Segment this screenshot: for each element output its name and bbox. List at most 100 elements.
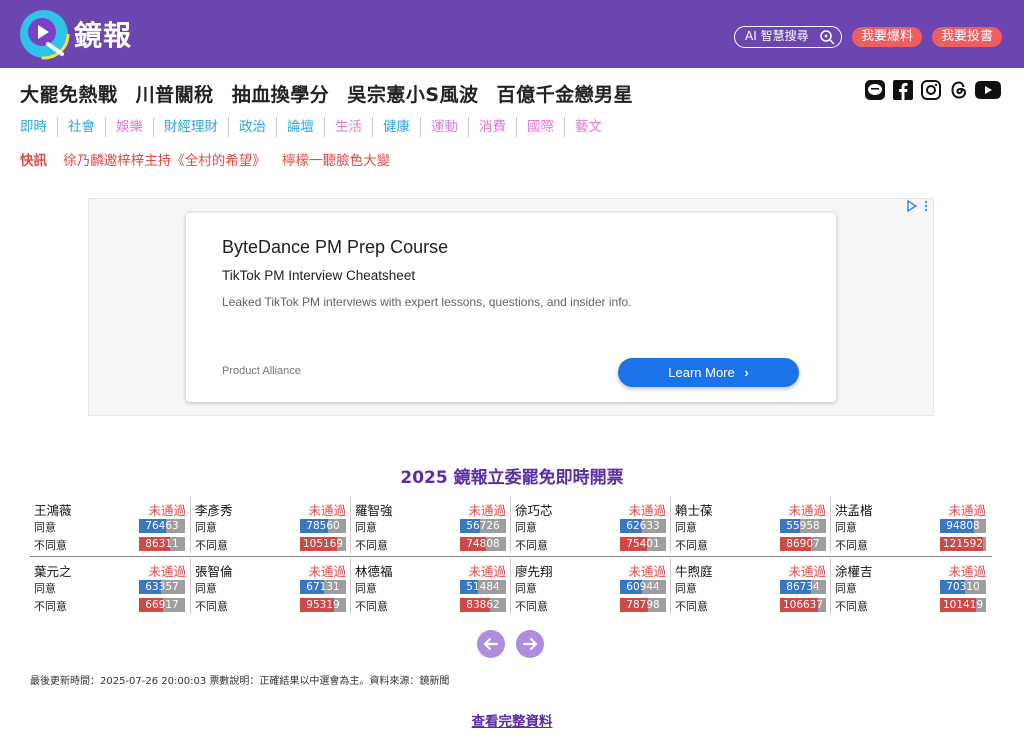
agree-label: 同意 [34, 582, 56, 595]
next-page-button[interactable] [516, 630, 544, 658]
agree-bar: 94808 [940, 519, 986, 533]
candidate-card: 張智倫 未通過 同意 67131 不同意 95319 [190, 558, 350, 614]
disagree-votes: 121592 [942, 538, 984, 550]
disagree-bar: 95319 [300, 598, 346, 612]
disagree-label: 不同意 [195, 600, 228, 613]
nav-item[interactable]: 財經理財 [153, 117, 228, 137]
nav-item[interactable]: 社會 [57, 117, 105, 137]
report-tip-button[interactable]: 我要爆料 [852, 27, 922, 47]
hot-topic-link[interactable]: 百億千金戀男星 [497, 84, 634, 106]
disagree-bar: 86311 [139, 537, 185, 551]
line-icon[interactable] [864, 79, 886, 101]
mirror-logo-icon[interactable] [18, 8, 70, 60]
facebook-icon[interactable] [892, 79, 914, 101]
disagree-bar: 75401 [620, 537, 666, 551]
disagree-label: 不同意 [195, 539, 228, 552]
agree-label: 同意 [355, 521, 377, 534]
category-nav: 即時 社會 娛樂 財經理財 政治 論壇 生活 健康 運動 消費 國際 藝文 [20, 117, 612, 137]
nav-item[interactable]: 娛樂 [105, 117, 153, 137]
recall-status: 未通過 [468, 503, 506, 518]
recall-status: 未通過 [308, 503, 346, 518]
agree-label: 同意 [675, 521, 697, 534]
ad-subtitle: TikTok PM Interview Cheatsheet [222, 268, 416, 283]
nav-item[interactable]: 運動 [420, 117, 468, 137]
last-updated-note: 最後更新時間：2025-07-26 20:00:03 票數說明：正確結果以中選會… [30, 676, 450, 687]
candidate-name: 涂權吉 [835, 564, 873, 579]
arrow-left-icon [483, 637, 499, 651]
submit-opinion-button[interactable]: 我要投書 [932, 27, 1002, 47]
prev-page-button[interactable] [477, 630, 505, 658]
agree-bar: 78560 [300, 519, 346, 533]
agree-label: 同意 [34, 521, 56, 534]
agree-bar: 63357 [139, 580, 185, 594]
candidate-card: 林德福 未通過 同意 51484 不同意 83862 [350, 558, 510, 614]
disagree-label: 不同意 [675, 539, 708, 552]
nav-item[interactable]: 消費 [468, 117, 516, 137]
nav-item[interactable]: 國際 [516, 117, 564, 137]
agree-label: 同意 [195, 521, 217, 534]
ad-title[interactable]: ByteDance PM Prep Course [222, 237, 448, 258]
youtube-icon[interactable] [974, 79, 1002, 101]
threads-icon[interactable] [948, 79, 970, 101]
agree-label: 同意 [515, 521, 537, 534]
candidate-name: 牛煦庭 [675, 564, 713, 579]
disagree-votes: 105169 [302, 538, 344, 550]
candidate-name: 洪孟楷 [835, 503, 873, 518]
candidate-card: 羅智強 未通過 同意 56726 不同意 74808 [350, 497, 510, 553]
ai-search-button[interactable]: AI 智慧搜尋 [734, 26, 842, 48]
site-logo-text[interactable]: 鏡報 [74, 14, 132, 54]
recall-status: 未通過 [148, 564, 186, 579]
agree-bar: 70310 [940, 580, 986, 594]
agree-votes: 63357 [145, 581, 179, 593]
candidate-name: 張智倫 [195, 564, 233, 579]
nav-item[interactable]: 論壇 [276, 117, 324, 137]
agree-votes: 94808 [946, 520, 980, 532]
ad-card[interactable]: ByteDance PM Prep Course TikTok PM Inter… [186, 213, 836, 402]
nav-item[interactable]: 藝文 [564, 117, 612, 137]
disagree-votes: 95319 [306, 599, 340, 611]
disagree-bar: 121592 [940, 537, 986, 551]
disagree-votes: 66917 [145, 599, 179, 611]
hot-topic-link[interactable]: 大罷免熱戰 [20, 84, 118, 106]
disagree-bar: 106637 [780, 598, 826, 612]
agree-bar: 62633 [620, 519, 666, 533]
agree-votes: 86734 [786, 581, 820, 593]
ad-choices-icon[interactable] [906, 200, 932, 212]
agree-votes: 78560 [306, 520, 340, 532]
arrow-right-icon [522, 637, 538, 651]
agree-bar: 56726 [460, 519, 506, 533]
instagram-icon[interactable] [920, 79, 942, 101]
breaking-news-link[interactable]: 徐乃麟邀梓梓主持《全村的希望》 [63, 153, 266, 169]
agree-bar: 60944 [620, 580, 666, 594]
disagree-votes: 106637 [782, 599, 824, 611]
recall-status: 未通過 [948, 564, 986, 579]
hot-topic-link[interactable]: 吳宗憲小S風波 [347, 84, 478, 106]
breaking-news-link[interactable]: 檸檬一聽臉色大變 [282, 153, 390, 169]
hot-topic-link[interactable]: 抽血換學分 [232, 84, 330, 106]
agree-label: 同意 [835, 521, 857, 534]
ad-learn-more-button[interactable]: Learn More › [618, 358, 799, 387]
nav-item[interactable]: 健康 [372, 117, 420, 137]
disagree-votes: 83862 [466, 599, 500, 611]
nav-item[interactable]: 政治 [228, 117, 276, 137]
recall-status: 未通過 [788, 503, 826, 518]
disagree-bar: 66917 [139, 598, 185, 612]
recall-status: 未通過 [628, 503, 666, 518]
candidate-name: 賴士葆 [675, 503, 713, 518]
disagree-bar: 105169 [300, 537, 346, 551]
view-full-data-link[interactable]: 查看完整資料 [0, 710, 1024, 730]
candidate-card: 涂權吉 未通過 同意 70310 不同意 101419 [830, 558, 990, 614]
disagree-votes: 74808 [466, 538, 500, 550]
agree-votes: 62633 [626, 520, 660, 532]
nav-item[interactable]: 生活 [324, 117, 372, 137]
row-divider [30, 556, 992, 557]
candidate-name: 李彥秀 [195, 503, 233, 518]
candidate-name: 羅智強 [355, 503, 393, 518]
recall-section-title: 2025 鏡報立委罷免即時開票 [400, 468, 624, 488]
agree-bar: 67131 [300, 580, 346, 594]
disagree-votes: 86311 [145, 538, 179, 550]
disagree-label: 不同意 [515, 539, 548, 552]
nav-item[interactable]: 即時 [20, 117, 57, 137]
hot-topic-link[interactable]: 川普關稅 [136, 84, 214, 106]
recall-status: 未通過 [788, 564, 826, 579]
